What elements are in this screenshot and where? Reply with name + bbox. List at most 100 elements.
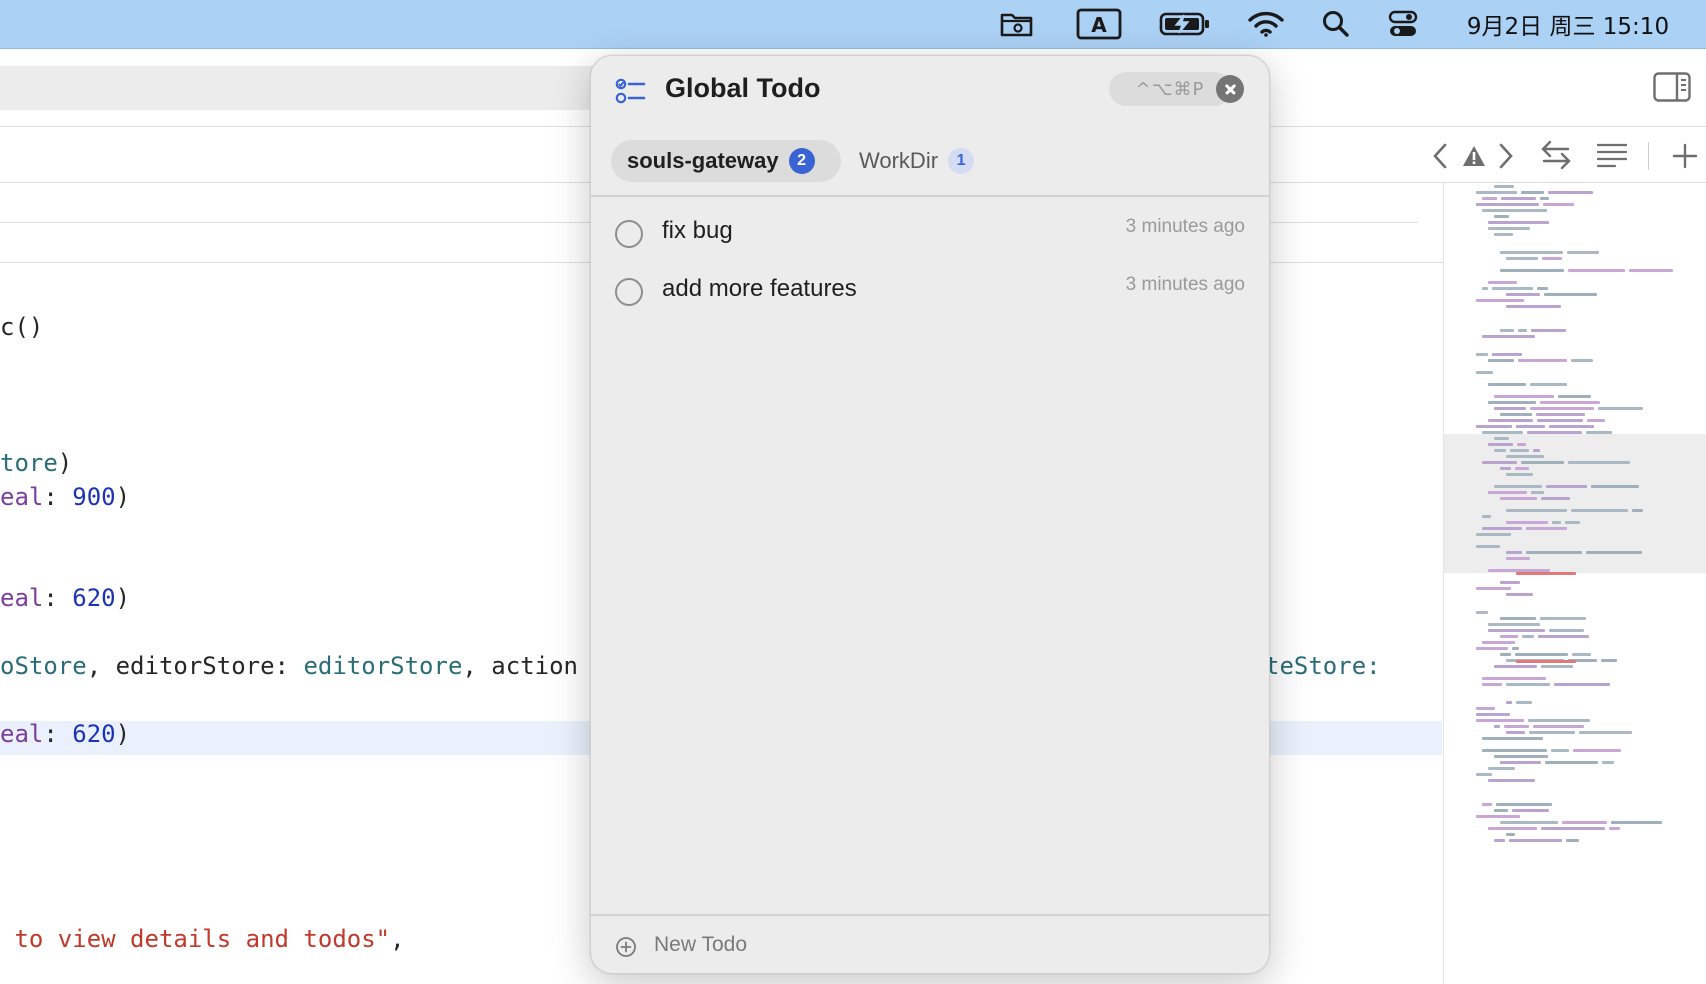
minimap-line bbox=[1482, 209, 1547, 212]
swap-arrows-icon[interactable] bbox=[1540, 138, 1572, 172]
tab-souls-gateway[interactable]: souls-gateway 2 bbox=[611, 140, 841, 182]
chevron-left-icon[interactable] bbox=[1428, 140, 1452, 172]
tab-label: WorkDir bbox=[859, 148, 939, 173]
minimap-line bbox=[1476, 773, 1492, 776]
minimap-line bbox=[1476, 203, 1539, 206]
minimap-line bbox=[1476, 371, 1493, 374]
minimap-line bbox=[1542, 257, 1562, 260]
minimap-line bbox=[1586, 431, 1612, 434]
minimap-line bbox=[1504, 725, 1529, 728]
shortcut-badge: ^⌥⌘P bbox=[1109, 72, 1231, 106]
minimap-line bbox=[1488, 443, 1513, 446]
minimap-line bbox=[1522, 635, 1534, 638]
minimap-line bbox=[1506, 257, 1538, 260]
minimap-line bbox=[1551, 749, 1569, 752]
tab-workdir[interactable]: WorkDir 1 bbox=[843, 140, 993, 182]
add-icon[interactable] bbox=[1670, 140, 1700, 172]
new-todo-bar[interactable]: New Todo bbox=[591, 916, 1269, 973]
minimap-line bbox=[1530, 407, 1594, 410]
close-icon[interactable] bbox=[1216, 75, 1244, 103]
panel-title: Global Todo bbox=[665, 73, 821, 103]
todo-checkbox[interactable] bbox=[615, 220, 643, 248]
tab-label: souls-gateway bbox=[627, 148, 779, 173]
minimap-line bbox=[1562, 821, 1607, 824]
count-badge: 2 bbox=[788, 148, 815, 174]
todo-text[interactable]: fix bug bbox=[662, 217, 733, 245]
wifi-icon[interactable] bbox=[1245, 0, 1287, 48]
plus-circle-icon[interactable] bbox=[615, 936, 637, 958]
todo-text[interactable]: add more features bbox=[662, 275, 857, 303]
minimap-line bbox=[1494, 437, 1509, 440]
minimap-line bbox=[1527, 431, 1582, 434]
minimap-line bbox=[1494, 485, 1542, 488]
new-todo-input[interactable]: New Todo bbox=[654, 933, 747, 957]
minimap-line bbox=[1544, 293, 1597, 296]
sidebar-right-icon[interactable] bbox=[1652, 70, 1692, 104]
minimap-line bbox=[1531, 329, 1566, 332]
code-token: , action bbox=[462, 652, 578, 680]
minimap-line bbox=[1506, 293, 1540, 296]
minimap-line bbox=[1568, 461, 1630, 464]
minimap-line bbox=[1579, 731, 1632, 734]
todo-item[interactable]: fix bug 3 minutes ago bbox=[591, 206, 1269, 258]
minimap-line bbox=[1537, 287, 1548, 290]
minimap-line bbox=[1516, 660, 1576, 663]
folder-badge-icon[interactable] bbox=[996, 0, 1038, 48]
control-center-icon[interactable] bbox=[1385, 0, 1421, 48]
minimap-line bbox=[1629, 269, 1673, 272]
code-token: : bbox=[43, 720, 73, 748]
minimap-line bbox=[1530, 383, 1567, 386]
minimap-line bbox=[1515, 653, 1568, 656]
minimap-line bbox=[1568, 269, 1625, 272]
minimap-line bbox=[1500, 581, 1520, 584]
minimap-line bbox=[1601, 659, 1617, 662]
minimap-line bbox=[1488, 419, 1533, 422]
code-token: c() bbox=[0, 313, 44, 341]
input-source-icon[interactable]: A bbox=[1075, 0, 1123, 48]
code-token: tore bbox=[0, 449, 58, 477]
minimap-line bbox=[1546, 485, 1587, 488]
minimap-line bbox=[1518, 359, 1567, 362]
minimap-line bbox=[1552, 521, 1561, 524]
toolbar-separator bbox=[1648, 142, 1649, 170]
code-token: , editorStore: bbox=[86, 652, 304, 680]
minimap-line bbox=[1506, 521, 1548, 524]
minimap-line bbox=[1488, 227, 1530, 230]
menubar-clock[interactable]: 9月2日 周三 15:10 bbox=[1448, 0, 1688, 48]
code-token: oStore bbox=[0, 652, 87, 680]
code-line: c() bbox=[0, 313, 43, 341]
battery-charging-icon[interactable] bbox=[1158, 0, 1212, 48]
minimap-line bbox=[1609, 827, 1620, 830]
minimap-line bbox=[1510, 449, 1529, 452]
code-minimap[interactable] bbox=[1443, 183, 1706, 984]
minimap-line bbox=[1476, 713, 1510, 716]
code-token: ) bbox=[115, 584, 131, 612]
code-token: : bbox=[43, 483, 73, 511]
minimap-line bbox=[1488, 281, 1517, 284]
todo-item[interactable]: add more features 3 minutes ago bbox=[591, 264, 1269, 316]
minimap-line bbox=[1506, 731, 1525, 734]
todo-checkbox[interactable] bbox=[615, 278, 643, 306]
minimap-line bbox=[1572, 653, 1591, 656]
minimap-line bbox=[1500, 413, 1532, 416]
minimap-line bbox=[1488, 221, 1549, 224]
minimap-line bbox=[1538, 635, 1589, 638]
minimap-line bbox=[1512, 647, 1519, 650]
minimap-line bbox=[1554, 683, 1610, 686]
minimap-line bbox=[1509, 839, 1562, 842]
minimap-line bbox=[1506, 593, 1533, 596]
minimap-line bbox=[1500, 617, 1536, 620]
spotlight-search-icon[interactable] bbox=[1318, 0, 1354, 48]
global-todo-panel: Global Todo ^⌥⌘P souls-gateway 2 WorkDir… bbox=[590, 55, 1270, 974]
text-align-icon[interactable] bbox=[1596, 140, 1628, 172]
warning-icon[interactable] bbox=[1460, 140, 1488, 172]
minimap-line bbox=[1488, 401, 1536, 404]
chevron-right-icon[interactable] bbox=[1494, 140, 1518, 172]
minimap-line bbox=[1611, 821, 1662, 824]
minimap-line bbox=[1506, 551, 1522, 554]
minimap-line bbox=[1501, 197, 1536, 200]
minimap-line bbox=[1506, 509, 1567, 512]
minimap-line bbox=[1500, 497, 1537, 500]
minimap-line bbox=[1506, 557, 1530, 560]
minimap-line bbox=[1516, 425, 1545, 428]
